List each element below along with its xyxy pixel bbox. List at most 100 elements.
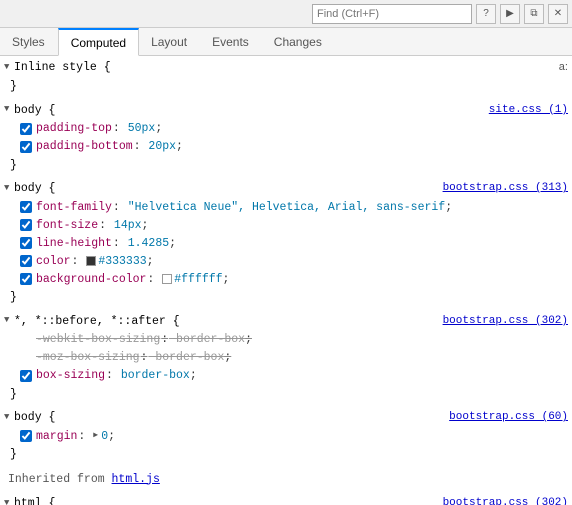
- toolbar: ? ▶ ⧉ ✕: [0, 0, 572, 28]
- brace-open-inline: {: [97, 59, 111, 76]
- collapse-body-60-icon[interactable]: [4, 411, 14, 425]
- help-button[interactable]: ?: [476, 4, 496, 24]
- rule-selector-html: html: [14, 495, 42, 505]
- prop-row-line-height: line-height : 1.4285 ;: [0, 234, 572, 252]
- checkbox-font-size[interactable]: [20, 219, 32, 231]
- source-body-bootstrap[interactable]: bootstrap.css (313): [443, 180, 568, 197]
- source-universal[interactable]: bootstrap.css (302): [443, 313, 568, 330]
- rule-selector-universal: *, *::before, *::after: [14, 313, 166, 330]
- colon-color: :: [72, 253, 79, 270]
- inherited-text: Inherited from: [8, 473, 112, 486]
- collapse-body-site-icon[interactable]: [4, 103, 14, 117]
- checkbox-margin[interactable]: [20, 430, 32, 442]
- tab-changes[interactable]: Changes: [262, 28, 335, 55]
- checkbox-box-sizing[interactable]: [20, 370, 32, 382]
- prop-row-margin: margin : 0 ;: [0, 427, 572, 445]
- margin-expand-icon[interactable]: [93, 430, 101, 442]
- brace-open-body-bootstrap: {: [42, 180, 56, 197]
- colon-font-size: :: [99, 217, 106, 234]
- styles-panel: Inline style { a: } body { site.css (1) …: [0, 56, 572, 505]
- prop-row-font-family: font-family : "Helvetica Neue", Helvetic…: [0, 198, 572, 216]
- section-body-bootstrap-60: body { bootstrap.css (60) margin : 0 ; }: [0, 406, 572, 467]
- color-swatch-color[interactable]: [86, 256, 96, 266]
- rule-header-universal: *, *::before, *::after { bootstrap.css (…: [0, 312, 572, 331]
- source-html-partial[interactable]: bootstrap.css (302): [443, 495, 568, 505]
- prop-name-line-height: line-height: [36, 235, 112, 252]
- a-colon-icon: a:: [559, 59, 568, 76]
- tab-styles[interactable]: Styles: [0, 28, 58, 55]
- collapse-inline-icon[interactable]: [4, 61, 14, 75]
- prop-name-padding-bottom: padding-bottom: [36, 138, 133, 155]
- semicolon-line-height: ;: [169, 235, 176, 252]
- forward-button[interactable]: ▶: [500, 4, 520, 24]
- checkbox-font-family[interactable]: [20, 201, 32, 213]
- prop-value-line-height: 1.4285: [121, 235, 169, 252]
- rule-selector-body-60: body: [14, 409, 42, 426]
- prop-value-font-family: "Helvetica Neue", Helvetica, Arial, sans…: [121, 199, 445, 216]
- checkbox-line-height[interactable]: [20, 237, 32, 249]
- prop-value-color: #333333: [98, 253, 146, 270]
- semicolon-moz: ;: [224, 349, 231, 366]
- colon-moz: :: [141, 349, 148, 366]
- prop-row-padding-bottom: padding-bottom : 20px ;: [0, 138, 572, 156]
- tab-computed[interactable]: Computed: [58, 28, 139, 56]
- close-brace-body-60: }: [0, 445, 572, 464]
- prop-value-font-size: 14px: [107, 217, 142, 234]
- semicolon-padding-top: ;: [155, 120, 162, 137]
- find-input[interactable]: [312, 4, 472, 24]
- semicolon-font-family: ;: [445, 199, 452, 216]
- prop-name-moz-box-sizing: -moz-box-sizing: [36, 349, 140, 366]
- close-button[interactable]: ✕: [548, 4, 568, 24]
- prop-row-color: color : #333333 ;: [0, 252, 572, 270]
- color-swatch-background[interactable]: [162, 274, 172, 284]
- collapse-universal-icon[interactable]: [4, 314, 14, 328]
- checkbox-padding-bottom[interactable]: [20, 141, 32, 153]
- close-brace-inline: }: [0, 77, 572, 96]
- prop-row-moz-box-sizing: -moz-box-sizing : border-box ;: [0, 349, 572, 367]
- prop-value-padding-top: 50px: [121, 120, 156, 137]
- rule-selector-body-bootstrap: body: [14, 180, 42, 197]
- rule-header-body-bootstrap-313: body { bootstrap.css (313): [0, 179, 572, 198]
- tab-events[interactable]: Events: [200, 28, 262, 55]
- checkbox-background-color[interactable]: [20, 273, 32, 285]
- colon-background-color: :: [147, 271, 154, 288]
- inherited-from-label: Inherited from html.js: [0, 467, 572, 492]
- colon-line-height: :: [113, 235, 120, 252]
- prop-name-margin: margin: [36, 428, 77, 445]
- collapse-html-icon[interactable]: [4, 497, 14, 505]
- section-html-partial: html { bootstrap.css (302): [0, 492, 572, 505]
- semicolon-margin: ;: [108, 428, 115, 445]
- prop-row-font-size: font-size : 14px ;: [0, 216, 572, 234]
- collapse-body-bootstrap-icon[interactable]: [4, 182, 14, 196]
- colon-padding-top: :: [113, 120, 120, 137]
- rule-selector-inline: Inline style: [14, 59, 97, 76]
- colon-margin: :: [78, 428, 85, 445]
- prop-name-font-family: font-family: [36, 199, 112, 216]
- brace-open-body-site: {: [42, 102, 56, 119]
- brace-open-universal: {: [166, 313, 180, 330]
- semicolon-color: ;: [147, 253, 154, 270]
- section-body-site: body { site.css (1) padding-top : 50px ;…: [0, 99, 572, 178]
- source-body-60[interactable]: bootstrap.css (60): [449, 409, 568, 426]
- section-inline-style: Inline style { a: }: [0, 56, 572, 99]
- rule-selector-body-site: body: [14, 102, 42, 119]
- tab-layout[interactable]: Layout: [139, 28, 200, 55]
- window-button[interactable]: ⧉: [524, 4, 544, 24]
- prop-row-background-color: background-color : #ffffff ;: [0, 270, 572, 288]
- tab-bar: Styles Computed Layout Events Changes: [0, 28, 572, 56]
- prop-value-box-sizing: border-box: [114, 367, 190, 384]
- brace-open-html: {: [42, 495, 56, 505]
- rule-header-body-site: body { site.css (1): [0, 101, 572, 120]
- checkbox-padding-top[interactable]: [20, 123, 32, 135]
- prop-value-padding-bottom: 20px: [142, 138, 177, 155]
- colon-webkit: :: [161, 331, 168, 348]
- source-body-site[interactable]: site.css (1): [489, 102, 568, 119]
- section-universal-bootstrap: *, *::before, *::after { bootstrap.css (…: [0, 310, 572, 407]
- prop-value-background-color: #ffffff: [174, 271, 222, 288]
- prop-value-margin: 0: [101, 428, 108, 445]
- section-body-bootstrap-313: body { bootstrap.css (313) font-family :…: [0, 177, 572, 310]
- prop-value-webkit-box-sizing: border-box: [169, 331, 245, 348]
- checkbox-color[interactable]: [20, 255, 32, 267]
- prop-name-font-size: font-size: [36, 217, 98, 234]
- inherited-link[interactable]: html.js: [112, 473, 160, 486]
